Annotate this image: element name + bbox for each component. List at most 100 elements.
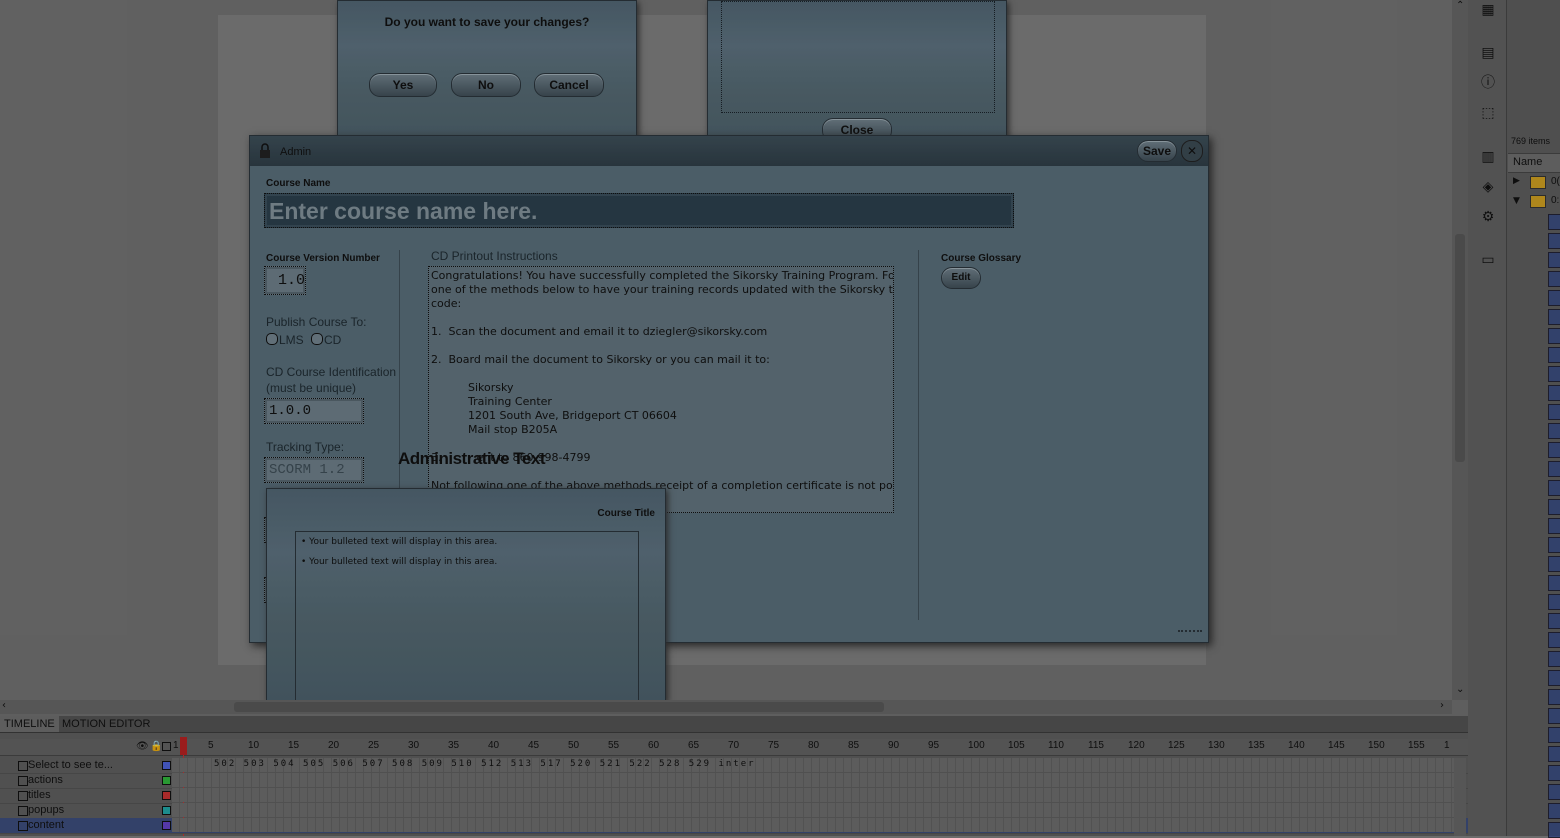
library-item[interactable]	[1548, 651, 1560, 667]
layer-row[interactable]: Select to see te... 502 503 504 505 506 5…	[0, 758, 1468, 774]
layer-row[interactable]: content	[0, 818, 1468, 834]
cd-id-input[interactable]: 1.0.0	[264, 398, 364, 424]
library-item[interactable]	[1548, 290, 1560, 306]
library-name-header[interactable]: Name	[1508, 153, 1560, 173]
library-item[interactable]	[1548, 689, 1560, 705]
library-item[interactable]	[1548, 214, 1560, 230]
library-item[interactable]	[1548, 233, 1560, 249]
expand-arrow-icon[interactable]: ▶	[1513, 176, 1520, 186]
layer-color-swatch[interactable]	[162, 761, 171, 770]
tracking-select[interactable]: SCORM 1.2	[264, 457, 364, 483]
ruler-tick-label: 150	[1368, 740, 1385, 751]
course-name-input[interactable]: Enter course name here.	[264, 193, 1014, 228]
layer-color-swatch[interactable]	[162, 821, 171, 830]
no-button[interactable]: No	[451, 73, 521, 97]
cancel-button[interactable]: Cancel	[534, 73, 604, 97]
ruler-tick-label: 95	[928, 740, 940, 751]
publish-cd-radio[interactable]	[311, 333, 323, 345]
scroll-left-icon[interactable]: ‹	[2, 700, 6, 711]
vscroll-thumb[interactable]	[1455, 234, 1465, 462]
instructions-line: Mail stop B205A	[468, 423, 558, 436]
layer-row[interactable]: popups	[0, 803, 1468, 819]
close-icon[interactable]: ✕	[1181, 140, 1203, 162]
library-item[interactable]	[1548, 385, 1560, 401]
layer-frames[interactable]	[172, 818, 1456, 832]
grid-icon[interactable]: ▦	[1478, 0, 1498, 20]
ruler-tick-label: 30	[408, 740, 420, 751]
library-item[interactable]	[1548, 727, 1560, 743]
library-item[interactable]	[1548, 594, 1560, 610]
ruler-tick-label: 25	[368, 740, 380, 751]
motion-presets-icon[interactable]: ⚙	[1478, 207, 1498, 227]
library-item[interactable]	[1548, 404, 1560, 420]
ruler-tick-label: 100	[968, 740, 985, 751]
save-dialog-question: Do you want to save your changes?	[384, 15, 590, 29]
layer-row[interactable]: titles	[0, 788, 1468, 804]
library-item[interactable]	[1548, 499, 1560, 515]
scroll-right-icon[interactable]: ›	[1440, 700, 1444, 711]
version-input[interactable]: 1.0	[264, 266, 306, 295]
library-item[interactable]	[1548, 442, 1560, 458]
library-item[interactable]	[1548, 423, 1560, 439]
instructions-label: CD Printout Instructions	[431, 249, 558, 263]
library-item[interactable]	[1548, 480, 1560, 496]
layer-frames[interactable]	[172, 788, 1456, 802]
stage-vertical-scrollbar[interactable]: ⌃ ⌄	[1452, 0, 1468, 700]
library-icon[interactable]: ◈	[1478, 177, 1498, 197]
ruler-tick-label: 65	[688, 740, 700, 751]
open-folder-icon[interactable]	[1530, 195, 1546, 208]
collapse-arrow-icon[interactable]: ▼	[1513, 196, 1520, 206]
save-button[interactable]: Save	[1137, 140, 1177, 162]
layer-color-swatch[interactable]	[162, 791, 171, 800]
timeline-vscroll[interactable]	[1454, 758, 1466, 836]
transform-icon[interactable]: ⬚	[1478, 103, 1498, 123]
align-icon[interactable]: ▤	[1478, 43, 1498, 63]
scroll-down-icon[interactable]: ⌄	[1456, 684, 1464, 695]
stage-horizontal-scrollbar[interactable]: ‹ ›	[0, 700, 1452, 714]
layer-frames[interactable]	[172, 773, 1456, 787]
components-icon[interactable]: ▥	[1478, 147, 1498, 167]
layer-frames[interactable]	[172, 803, 1456, 817]
library-item[interactable]	[1548, 632, 1560, 648]
library-item[interactable]	[1548, 670, 1560, 686]
library-item[interactable]	[1548, 328, 1560, 344]
layer-color-swatch[interactable]	[162, 776, 171, 785]
library-item[interactable]	[1548, 366, 1560, 382]
lock-column-icon[interactable]: 🔒	[150, 741, 162, 752]
resize-grip-icon[interactable]	[1178, 630, 1202, 640]
library-item[interactable]	[1548, 518, 1560, 534]
project-icon[interactable]: ▭	[1478, 250, 1498, 270]
library-item[interactable]	[1548, 347, 1560, 363]
library-item[interactable]	[1548, 765, 1560, 781]
library-item[interactable]	[1548, 803, 1560, 819]
library-item[interactable]	[1548, 537, 1560, 553]
yes-button[interactable]: Yes	[369, 73, 437, 97]
publish-lms-radio[interactable]	[266, 333, 278, 345]
scroll-up-icon[interactable]: ⌃	[1456, 0, 1464, 11]
ruler-tick-label: 75	[768, 740, 780, 751]
library-item[interactable]	[1548, 708, 1560, 724]
folder-icon[interactable]	[1530, 176, 1546, 189]
tab-timeline[interactable]: TIMELINE	[0, 716, 59, 732]
layer-row[interactable]: actions	[0, 773, 1468, 789]
scrollbar-thumb[interactable]	[234, 702, 884, 712]
library-item[interactable]	[1548, 575, 1560, 591]
glossary-edit-button[interactable]: Edit	[941, 267, 981, 289]
ruler-tick-label: 20	[328, 740, 340, 751]
library-item[interactable]	[1548, 271, 1560, 287]
library-item[interactable]	[1548, 613, 1560, 629]
tab-motion-editor[interactable]: MOTION EDITOR	[58, 716, 154, 732]
eye-icon[interactable]: 👁	[136, 741, 149, 752]
library-item[interactable]	[1548, 252, 1560, 268]
library-item[interactable]	[1548, 309, 1560, 325]
outline-column-icon[interactable]	[162, 742, 171, 751]
playhead[interactable]	[180, 737, 187, 755]
layer-color-swatch[interactable]	[162, 806, 171, 815]
info-icon[interactable]: ⓘ	[1478, 73, 1498, 93]
instructions-textarea[interactable]: Congratulations! You have successfully c…	[428, 266, 894, 513]
save-dialog: Do you want to save your changes? Yes No…	[337, 0, 637, 152]
library-item[interactable]	[1548, 784, 1560, 800]
library-item[interactable]	[1548, 556, 1560, 572]
library-item[interactable]	[1548, 746, 1560, 762]
library-item[interactable]	[1548, 461, 1560, 477]
